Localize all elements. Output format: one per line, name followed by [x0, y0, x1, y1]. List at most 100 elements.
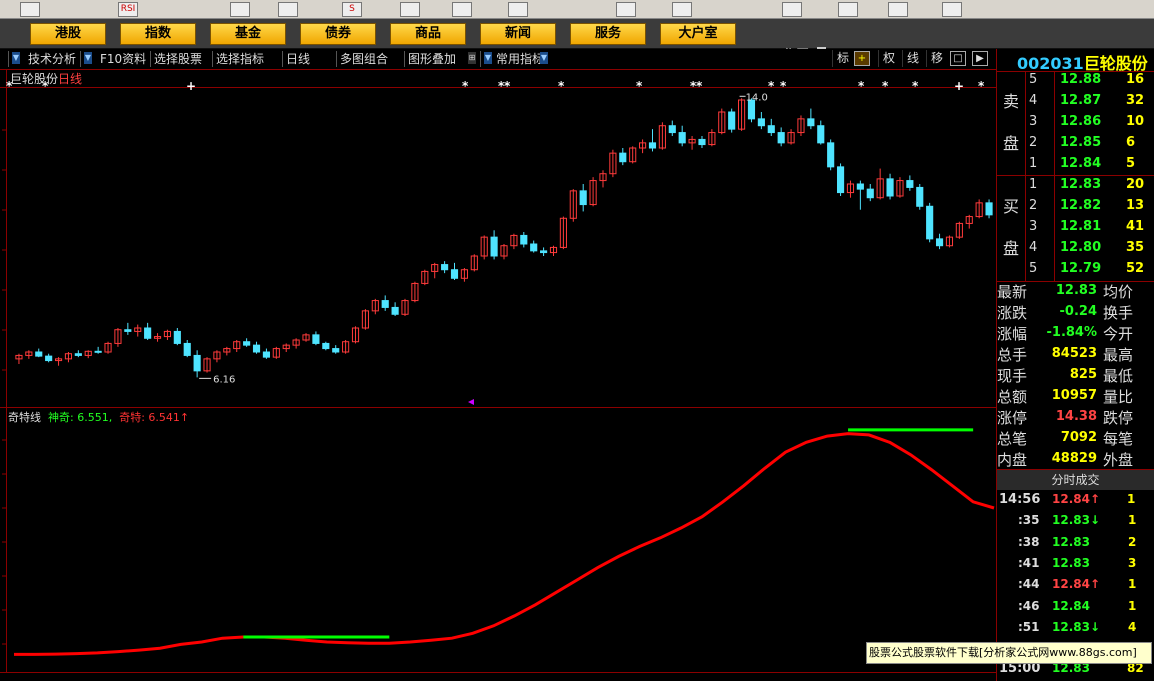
tick-price: 12.84↑: [1052, 492, 1101, 506]
level-volume: 20: [1126, 177, 1145, 192]
level-number: 1: [1029, 177, 1038, 192]
tick-price: 12.84: [1052, 598, 1090, 613]
tick-row: 14:56 12.84↑ 1: [999, 492, 1139, 510]
orderbook-row: 1 12.84 5: [0, 156, 1154, 177]
stat-value: 10957: [1051, 388, 1097, 403]
level-volume: 6: [1126, 135, 1136, 150]
candle-body: [94, 350, 102, 353]
stat-label-2: 量比: [1103, 388, 1134, 406]
low-price-label: 6.16: [213, 374, 235, 385]
orderbook-row: 5 12.88 16: [0, 72, 1154, 93]
tick-row: :44 12.84↑ 1: [1018, 577, 1154, 595]
stat-label-2: 最高: [1103, 346, 1134, 364]
indicator-name: 奇特线: [8, 411, 41, 424]
stat-label: 最新: [997, 283, 1028, 301]
orderbook-row: 2 12.85 6: [0, 135, 1154, 156]
candle-body: [183, 342, 191, 356]
level-price: 12.79: [1060, 261, 1102, 276]
level-price: 12.85: [1060, 135, 1102, 150]
stat-label: 总笔: [997, 430, 1028, 448]
stat-value: 48829: [1051, 451, 1097, 466]
level-volume: 32: [1126, 93, 1145, 108]
candle-body: [193, 354, 201, 372]
tick-trades-header[interactable]: 分时成交: [997, 470, 1154, 490]
tick-volume: 4: [1128, 619, 1137, 634]
level-price: 12.82: [1060, 198, 1102, 213]
indicator-line-shenqi: [14, 432, 995, 656]
tick-row: :46 12.84 1: [1018, 599, 1154, 617]
candle-body: [144, 327, 152, 339]
level-volume: 16: [1126, 72, 1145, 87]
tick-row: :38 12.83 2: [1018, 535, 1154, 553]
chart-mode-button-4[interactable]: 移: [926, 50, 947, 67]
stat-label-2: 换手: [1103, 304, 1134, 322]
candle-body: [322, 342, 330, 350]
stat-label-2: 最低: [1103, 367, 1134, 385]
orderbook-divider: [997, 71, 1154, 72]
tick-volume: 1: [1128, 513, 1137, 528]
tick-row: :41 12.83 3: [1018, 556, 1154, 574]
level-number: 4: [1029, 93, 1038, 108]
candle-body: [124, 329, 132, 332]
chart-mode-button-0[interactable]: 标: [832, 50, 853, 67]
level-volume: 41: [1126, 219, 1145, 234]
tick-time: :46: [1018, 598, 1040, 613]
orderbook-divider: [1025, 71, 1026, 281]
orderbook-divider: [997, 175, 1154, 176]
chart-mode-button-1[interactable]: +: [854, 51, 870, 66]
tick-price: 12.84↑: [1052, 577, 1101, 592]
tick-volume: 2: [1128, 534, 1137, 549]
stat-label-2: 外盘: [1103, 451, 1134, 469]
tick-time: :41: [1018, 555, 1040, 570]
orderbook-row: 5 12.79 52: [0, 261, 1154, 282]
level-price: 12.87: [1060, 93, 1102, 108]
candle-body: [35, 351, 43, 357]
level-number: 4: [1029, 240, 1038, 255]
tick-volume: 3: [1128, 555, 1137, 570]
stat-value: -1.84%: [1046, 325, 1098, 340]
candle-body: [252, 344, 261, 353]
indicator-s1-value: 6.551: [77, 411, 109, 424]
tick-row: :51 12.83↓ 4: [1018, 620, 1154, 638]
level-number: 3: [1029, 219, 1038, 234]
chart-mode-button-6[interactable]: ▶: [972, 51, 988, 66]
indicator-s2-value: 6.541↑: [148, 411, 190, 424]
candle-body: [312, 334, 320, 344]
indicator-s1-label: 神奇: [48, 411, 70, 424]
tick-volume: 1: [1128, 577, 1137, 592]
stat-label: 总额: [997, 388, 1028, 406]
level-price: 12.83: [1060, 177, 1102, 192]
tick-volume: 1: [1127, 492, 1136, 506]
stat-label-2: 今开: [1103, 325, 1134, 343]
orderbook-row: 4 12.80 35: [0, 240, 1154, 261]
stat-label: 内盘: [997, 451, 1028, 469]
tick-time: 14:56: [999, 492, 1041, 507]
indicator-legend: 奇特线 神奇: 6.551, 奇特: 6.541↑: [8, 411, 190, 424]
stat-label-2: 跌停: [1103, 409, 1134, 427]
tick-volume: 1: [1128, 598, 1137, 613]
chart-mode-button-3[interactable]: 线: [902, 50, 923, 67]
buy-label-1: 买: [1003, 197, 1020, 216]
tick-price: 12.83↓: [1052, 619, 1101, 634]
level-price: 12.88: [1060, 72, 1102, 87]
stat-label: 总手: [997, 346, 1028, 364]
orderbook-row: 3 12.81 41: [0, 219, 1154, 240]
level-volume: 52: [1126, 261, 1145, 276]
level-volume: 13: [1126, 198, 1145, 213]
candle-body: [332, 348, 340, 353]
tick-price: 12.83↓: [1052, 513, 1101, 528]
chart-mode-button-2[interactable]: 权: [878, 50, 899, 67]
candle-body: [381, 300, 389, 308]
stat-label: 涨幅: [997, 325, 1028, 343]
sell-label-2: 盘: [1003, 134, 1020, 153]
stat-value: -0.24: [1059, 304, 1097, 319]
watermark-banner: 股票公式股票软件下载[分析家公式网www.88gs.com]: [866, 642, 1152, 664]
sell-label-1: 卖: [1003, 92, 1020, 111]
level-number: 3: [1029, 114, 1038, 129]
candle-body: [262, 351, 270, 358]
level-volume: 10: [1126, 114, 1145, 129]
chart-mode-button-5[interactable]: □: [950, 51, 966, 66]
tick-time: :44: [1018, 577, 1040, 592]
orderbook-row: 4 12.87 32: [0, 93, 1154, 114]
stat-label: 涨跌: [997, 304, 1028, 322]
